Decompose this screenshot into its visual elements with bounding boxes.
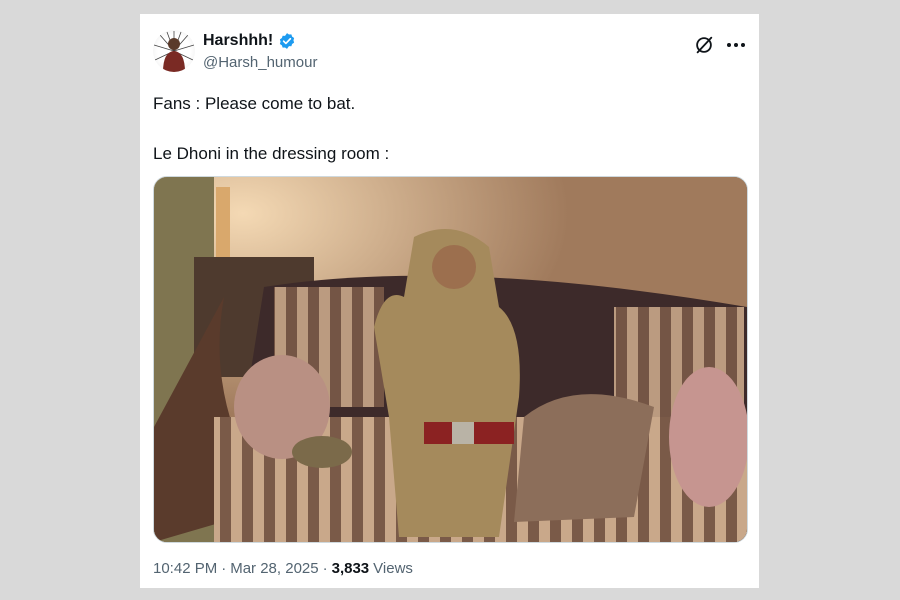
profile-avatar[interactable] (153, 30, 195, 72)
tweet-time[interactable]: 10:42 PM (153, 560, 217, 577)
tweet-meta: 10:42 PM · Mar 28, 2025 · 3,833 Views (153, 560, 413, 577)
tweet-text-line-1: Fans : Please come to bat. (153, 94, 356, 113)
tweet-date[interactable]: Mar 28, 2025 (230, 560, 318, 577)
verified-badge-icon[interactable] (278, 32, 296, 50)
tweet-media-image[interactable] (153, 176, 748, 543)
views-label: Views (373, 560, 413, 577)
views-count: 3,833 (331, 560, 370, 577)
tweet-text: Fans : Please come to bat. Le Dhoni in t… (153, 92, 743, 166)
more-options-icon[interactable] (725, 36, 747, 54)
tweet-text-line-2: Le Dhoni in the dressing room : (153, 144, 390, 163)
meta-separator: · (221, 560, 227, 577)
grok-icon[interactable] (693, 34, 715, 56)
meta-separator: · (322, 560, 328, 577)
author-display-name[interactable]: Harshhh! (203, 32, 273, 50)
author-handle[interactable]: @Harsh_humour (203, 54, 317, 71)
tweet-card: Harshhh! @Harsh_humour Fans : Please com… (140, 14, 759, 588)
